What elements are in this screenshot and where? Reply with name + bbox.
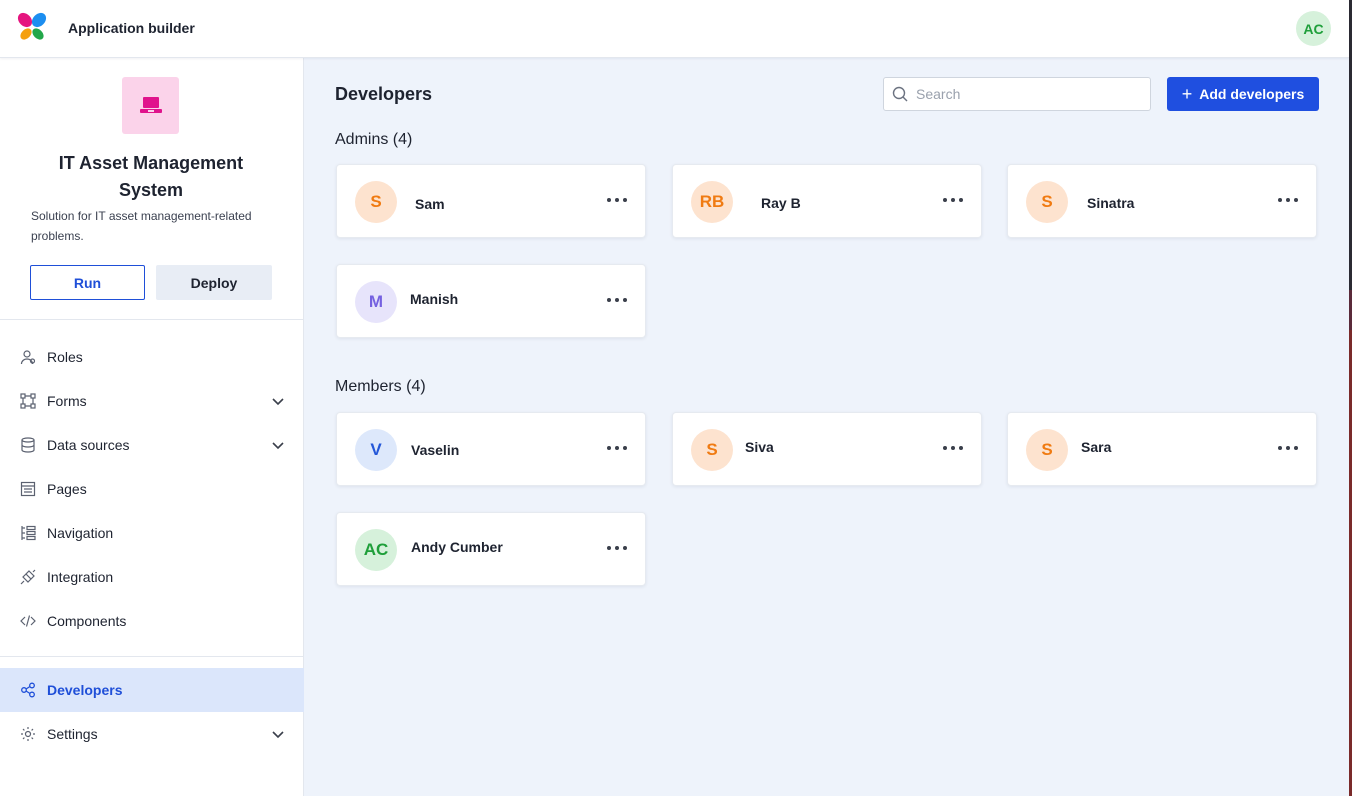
sidebar-item-roles[interactable]: Roles: [0, 335, 304, 379]
gear-icon: [20, 726, 36, 742]
developer-name: Manish: [410, 291, 459, 307]
integration-icon: [20, 569, 36, 585]
user-avatar[interactable]: AC: [1296, 11, 1331, 46]
avatar: RB: [691, 181, 733, 223]
chevron-down-icon[interactable]: [271, 438, 285, 452]
avatar: S: [1026, 181, 1068, 223]
more-options-icon[interactable]: [607, 541, 627, 555]
more-options-icon[interactable]: [607, 293, 627, 307]
avatar: S: [355, 181, 397, 223]
sidebar-item-components[interactable]: Components: [0, 599, 304, 643]
app-name: IT Asset Management System: [58, 153, 244, 200]
members-section-title: Members (4): [335, 378, 426, 395]
sidebar-item-integration[interactable]: Integration: [0, 555, 304, 599]
more-options-icon[interactable]: [1278, 193, 1298, 207]
app-logo-icon[interactable]: [16, 11, 48, 43]
chevron-down-icon[interactable]: [271, 394, 285, 408]
avatar: M: [355, 281, 397, 323]
sidebar-item-forms[interactable]: Forms: [0, 379, 304, 423]
avatar: V: [355, 429, 397, 471]
developer-card[interactable]: S Sinatra: [1007, 164, 1317, 238]
database-icon: [20, 437, 36, 453]
sidebar-item-label: Data sources: [47, 437, 130, 453]
main-content: Developers + Add developers Admins (4) S…: [304, 58, 1349, 796]
more-options-icon[interactable]: [943, 441, 963, 455]
developer-name: Sara: [1081, 439, 1112, 455]
developer-name: Ray B: [761, 195, 801, 211]
developer-card[interactable]: M Manish: [336, 264, 646, 338]
deploy-button[interactable]: Deploy: [156, 265, 272, 300]
sidebar-item-label: Integration: [47, 569, 114, 585]
avatar: AC: [355, 529, 397, 571]
sidebar-item-label: Navigation: [47, 525, 114, 541]
developer-name: Andy Cumber: [411, 539, 503, 555]
sidebar-item-developers[interactable]: Developers: [0, 668, 304, 712]
roles-icon: [20, 349, 36, 365]
plus-icon: +: [1181, 84, 1193, 104]
sidebar-item-navigation[interactable]: Navigation: [0, 511, 304, 555]
more-options-icon[interactable]: [607, 193, 627, 207]
more-options-icon[interactable]: [607, 441, 627, 455]
app-icon: [122, 77, 179, 134]
share-icon: [20, 682, 36, 698]
developer-card[interactable]: RB Ray B: [672, 164, 982, 238]
sidebar-divider: [0, 319, 304, 320]
sidebar-item-label: Pages: [47, 481, 87, 497]
code-icon: [20, 613, 36, 629]
sidebar-item-label: Roles: [47, 349, 83, 365]
sidebar-item-label: Components: [47, 613, 127, 629]
admins-section-title: Admins (4): [335, 131, 413, 148]
search-input[interactable]: [916, 86, 1136, 102]
sidebar-item-pages[interactable]: Pages: [0, 467, 304, 511]
developer-name: Sinatra: [1087, 195, 1135, 211]
more-options-icon[interactable]: [943, 193, 963, 207]
developer-card[interactable]: V Vaselin: [336, 412, 646, 486]
add-developers-button[interactable]: + Add developers: [1167, 77, 1319, 111]
developer-name: Sam: [415, 196, 445, 212]
developer-card[interactable]: S Sam: [336, 164, 646, 238]
navigation-icon: [20, 525, 36, 541]
laptop-icon: [139, 96, 162, 113]
developer-name: Siva: [745, 439, 774, 455]
top-bar: Application builder AC: [0, 0, 1349, 58]
page-title: Developers: [335, 84, 433, 104]
sidebar: IT Asset Management System Solution for …: [0, 58, 304, 796]
sidebar-item-label: Settings: [47, 726, 98, 742]
developer-name: Vaselin: [411, 442, 460, 458]
add-developers-label: Add developers: [1199, 86, 1305, 102]
avatar: S: [691, 429, 733, 471]
sidebar-item-settings[interactable]: Settings: [0, 712, 304, 756]
more-options-icon[interactable]: [1278, 441, 1298, 455]
sidebar-divider: [0, 656, 304, 657]
app-description: Solution for IT asset management-related…: [31, 209, 252, 243]
forms-icon: [20, 393, 36, 409]
run-button[interactable]: Run: [30, 265, 145, 300]
sidebar-item-label: Developers: [47, 682, 123, 698]
developer-card[interactable]: AC Andy Cumber: [336, 512, 646, 586]
sidebar-item-label: Forms: [47, 393, 87, 409]
sidebar-item-data-sources[interactable]: Data sources: [0, 423, 304, 467]
chevron-down-icon[interactable]: [271, 727, 285, 741]
app-window: Application builder AC IT Asset Manageme…: [0, 0, 1349, 796]
developer-card[interactable]: S Siva: [672, 412, 982, 486]
pages-icon: [20, 481, 36, 497]
developer-card[interactable]: S Sara: [1007, 412, 1317, 486]
avatar: S: [1026, 429, 1068, 471]
search-box[interactable]: [883, 77, 1151, 111]
app-builder-title: Application builder: [68, 20, 195, 36]
search-icon: [892, 86, 908, 102]
